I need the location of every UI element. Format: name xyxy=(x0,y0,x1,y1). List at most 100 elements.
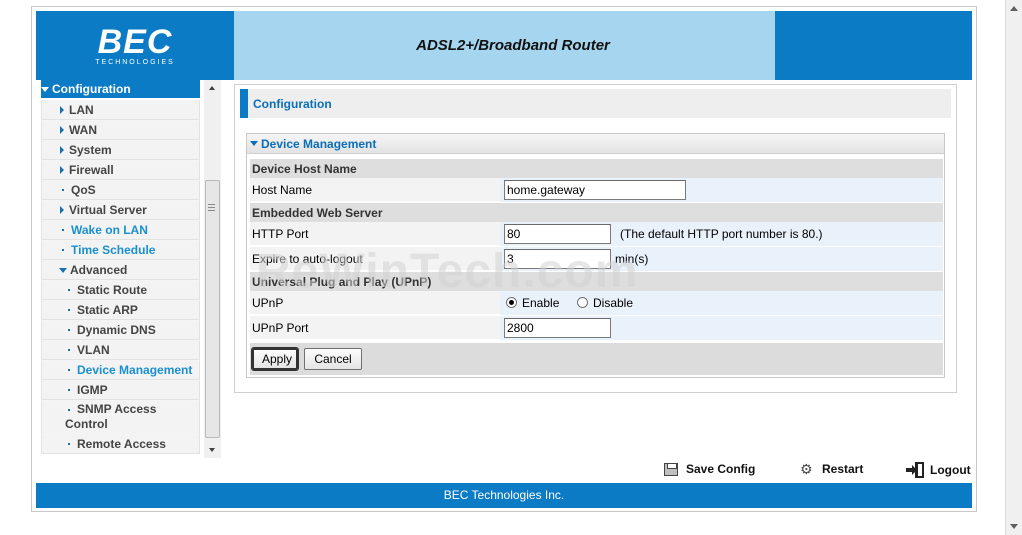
expire-logout-label: Expire to auto-logout xyxy=(252,252,363,266)
logout-icon xyxy=(906,462,926,478)
sidebar-item-label: Virtual Server xyxy=(69,203,147,217)
sidebar-item-label: Static ARP xyxy=(77,303,138,317)
panel-title: Device Management xyxy=(261,136,377,151)
sidebar-item-wan[interactable]: WAN xyxy=(41,120,200,140)
upnp-cell: Enable Disable xyxy=(500,291,943,315)
expand-right-icon xyxy=(60,126,64,134)
sidebar-item-qos[interactable]: QoS xyxy=(41,180,200,200)
sidebar-item-static-arp[interactable]: Static ARP xyxy=(41,300,200,320)
row-expire-logout: Expire to auto-logout min(s) xyxy=(250,247,943,271)
logout-label: Logout xyxy=(930,463,971,477)
expand-right-icon xyxy=(60,106,64,114)
expire-logout-input[interactable] xyxy=(504,249,611,269)
host-name-input[interactable] xyxy=(504,180,686,200)
sidebar-item-label: LAN xyxy=(69,103,94,117)
sidebar-item-firewall[interactable]: Firewall xyxy=(41,160,200,180)
upnp-label: UPnP xyxy=(252,296,284,310)
scroll-down-icon[interactable] xyxy=(209,448,215,452)
expand-down-icon xyxy=(41,86,49,92)
expire-logout-cell: min(s) xyxy=(500,247,943,271)
sidebar-item-label: Advanced xyxy=(70,263,128,277)
sidebar-item-static-route[interactable]: Static Route xyxy=(41,280,200,300)
section-device-host-name: Device Host Name xyxy=(250,159,943,178)
scroll-up-icon[interactable] xyxy=(1010,6,1018,11)
product-title: ADSL2+/Broadband Router xyxy=(416,37,610,54)
upnp-enable-radio[interactable] xyxy=(506,297,517,308)
sidebar-item-label: SNMP Access xyxy=(77,402,157,416)
expand-right-icon xyxy=(60,166,64,174)
restart-link[interactable]: ⚙ Restart xyxy=(800,462,863,476)
scroll-down-icon[interactable] xyxy=(1010,524,1018,529)
row-upnp-port: UPnP Port xyxy=(250,316,943,340)
sidebar-item-label: Remote Access xyxy=(77,437,166,451)
header-right-area xyxy=(775,11,972,80)
header-title-area: ADSL2+/Broadband Router xyxy=(234,11,775,80)
section-embedded-web-server: Embedded Web Server xyxy=(250,203,943,222)
sidebar-item-snmp-access-control[interactable]: SNMP Access Control xyxy=(41,400,200,436)
sidebar-item-label: System xyxy=(69,143,112,157)
logout-link[interactable]: Logout xyxy=(906,462,971,478)
bullet-icon xyxy=(68,289,70,291)
device-management-panel: Device Management Device Host Name Host … xyxy=(246,133,945,378)
sidebar-item-system[interactable]: System xyxy=(41,140,200,160)
cancel-button[interactable]: Cancel xyxy=(304,348,362,370)
host-name-cell xyxy=(500,178,943,202)
sidebar-item-label: Static Route xyxy=(77,283,148,297)
sidebar-section-configuration[interactable]: Configuration xyxy=(41,80,200,98)
bullet-icon xyxy=(68,389,70,391)
bec-logo-subtitle: TECHNOLOGIES xyxy=(95,59,175,66)
sidebar-item-vlan[interactable]: VLAN xyxy=(41,340,200,360)
sidebar-item-dynamic-dns[interactable]: Dynamic DNS xyxy=(41,320,200,340)
sidebar-item-label: VLAN xyxy=(77,343,110,357)
sidebar-item-wake-on-lan[interactable]: Wake on LAN xyxy=(41,220,200,240)
sidebar-item-label: Firewall xyxy=(69,163,114,177)
expand-right-icon xyxy=(60,206,64,214)
sidebar-item-igmp[interactable]: IGMP xyxy=(41,380,200,400)
sidebar-scrollbar[interactable] xyxy=(204,80,221,458)
row-host-name: Host Name xyxy=(250,178,943,202)
sidebar-item-label-line2: Control xyxy=(65,417,108,431)
expire-unit: min(s) xyxy=(615,252,649,266)
scroll-thumb[interactable] xyxy=(205,180,220,438)
bullet-icon xyxy=(62,189,64,191)
save-config-link[interactable]: Save Config xyxy=(664,462,755,476)
save-config-label: Save Config xyxy=(686,462,756,476)
scroll-grip-icon xyxy=(208,204,215,211)
sidebar-item-remote-access[interactable]: Remote Access xyxy=(41,434,200,454)
http-port-note: (The default HTTP port number is 80.) xyxy=(620,227,823,241)
upnp-disable-label[interactable]: Disable xyxy=(593,296,633,310)
page-title: Configuration xyxy=(253,97,332,111)
sidebar-item-label: IGMP xyxy=(77,383,108,397)
sidebar-item-device-management[interactable]: Device Management xyxy=(41,360,200,380)
row-http-port: HTTP Port (The default HTTP port number … xyxy=(250,222,943,246)
sidebar-item-label: Device Management xyxy=(77,363,193,377)
restart-icon: ⚙ xyxy=(800,461,813,477)
window-scrollbar[interactable] xyxy=(1005,0,1022,535)
http-port-cell: (The default HTTP port number is 80.) xyxy=(500,222,943,246)
upnp-port-input[interactable] xyxy=(504,318,611,338)
bullet-icon xyxy=(68,349,70,351)
host-name-label: Host Name xyxy=(252,183,313,197)
page-title-bar: Configuration xyxy=(240,89,951,118)
apply-button[interactable]: Apply xyxy=(251,347,299,371)
bec-logo: BEC xyxy=(97,23,173,61)
panel-header[interactable]: Device Management xyxy=(247,134,944,154)
save-icon xyxy=(664,462,678,476)
main-content: Configuration Device Management Device H… xyxy=(234,84,957,393)
sidebar-item-label: Wake on LAN xyxy=(71,223,148,237)
scroll-up-icon[interactable] xyxy=(209,86,215,90)
sidebar-item-advanced[interactable]: Advanced xyxy=(41,260,200,280)
sidebar-item-lan[interactable]: LAN xyxy=(41,100,200,120)
sidebar-section-label: Configuration xyxy=(52,82,131,96)
title-accent xyxy=(240,89,248,118)
upnp-enable-label[interactable]: Enable xyxy=(522,296,559,310)
expand-right-icon xyxy=(60,146,64,154)
sidebar-item-time-schedule[interactable]: Time Schedule xyxy=(41,240,200,260)
sidebar-item-label: QoS xyxy=(71,183,96,197)
upnp-disable-radio[interactable] xyxy=(577,297,588,308)
expand-down-icon xyxy=(59,267,67,273)
footer: BEC Technologies Inc. xyxy=(36,483,972,508)
sidebar-item-virtual-server[interactable]: Virtual Server xyxy=(41,200,200,220)
bullet-icon xyxy=(68,443,70,445)
http-port-input[interactable] xyxy=(504,224,611,244)
